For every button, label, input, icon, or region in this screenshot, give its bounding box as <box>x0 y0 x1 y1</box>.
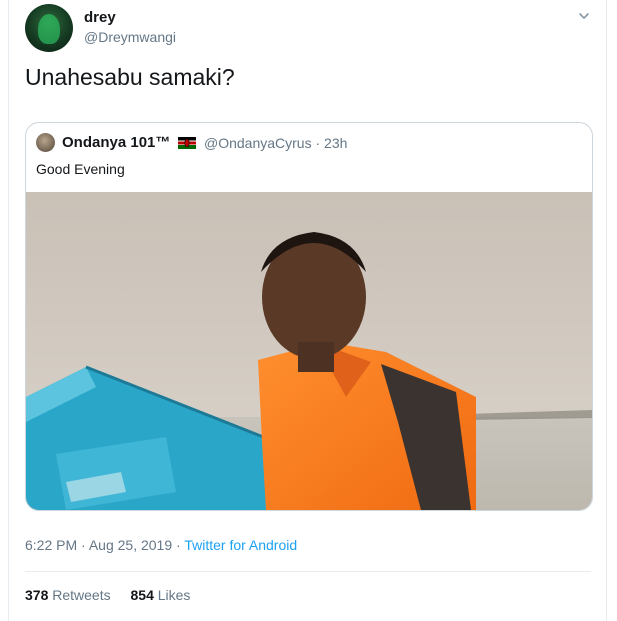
dot-separator: · <box>176 537 181 553</box>
author-avatar[interactable] <box>25 4 73 52</box>
likes-count: 854 <box>130 587 154 603</box>
dot-separator: · <box>315 135 321 151</box>
retweets-stat[interactable]: 378 Retweets <box>25 587 115 603</box>
quoted-age[interactable]: 23h <box>324 135 347 151</box>
quoted-author-handle-and-age[interactable]: @OndanyaCyrus · 23h <box>204 135 347 151</box>
quoted-tweet[interactable]: Ondanya 101™ @OndanyaCyrus · 23h Good Ev… <box>25 122 593 511</box>
divider <box>25 571 591 572</box>
author-name[interactable]: drey <box>84 9 116 26</box>
tweet-source-link[interactable]: Twitter for Android <box>184 537 297 553</box>
tweet-meta: 6:22 PM · Aug 25, 2019 · Twitter for And… <box>25 537 297 553</box>
quoted-author-avatar[interactable] <box>36 133 55 152</box>
retweets-label: Retweets <box>52 587 111 603</box>
quoted-author-name[interactable]: Ondanya 101™ <box>62 134 170 151</box>
dot-separator: · <box>81 537 86 553</box>
kenya-flag-icon <box>178 137 196 149</box>
tweet-card: drey @Dreymwangi Unahesabu samaki? Ondan… <box>0 0 617 621</box>
tweet-date[interactable]: Aug 25, 2019 <box>89 537 172 553</box>
chevron-down-icon[interactable] <box>577 9 591 23</box>
likes-label: Likes <box>157 587 191 603</box>
timeline-border-left <box>8 0 9 621</box>
timeline-border-right <box>606 0 607 621</box>
tweet-time[interactable]: 6:22 PM <box>25 537 77 553</box>
author-handle[interactable]: @Dreymwangi <box>84 29 176 45</box>
tweet-stats: 378 Retweets 854 Likes <box>25 587 206 603</box>
tweet-text: Unahesabu samaki? <box>25 64 235 90</box>
quoted-tweet-text: Good Evening <box>36 161 125 177</box>
likes-stat[interactable]: 854 Likes <box>131 587 191 603</box>
quoted-photo[interactable] <box>26 192 592 510</box>
retweets-count: 378 <box>25 587 49 603</box>
quoted-handle[interactable]: @OndanyaCyrus <box>204 135 312 151</box>
